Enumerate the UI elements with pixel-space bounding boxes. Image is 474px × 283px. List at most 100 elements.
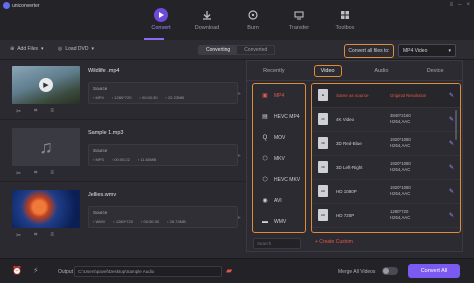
resolution-item[interactable]: 4K 4K Video 3840*2160 H264,AAC ✎ (312, 108, 460, 132)
resolution-name: HD 1080P (336, 189, 357, 194)
convert-all-files-to-label: Convert all files to: (344, 44, 394, 58)
hevc-icon: ▤ (262, 114, 268, 120)
effects-icon[interactable]: ≡ (50, 232, 54, 239)
tab-recently[interactable]: Recently (247, 61, 301, 80)
resolution-item[interactable]: HD HD 1080P 1920*1080 H264,AAC ✎ (312, 180, 460, 204)
burn-icon (246, 8, 260, 22)
status-tabs: Converting Converted (198, 45, 276, 55)
list-item[interactable]: ✂ ⌗ ≡ Jellies.wmv Source WMV 1280*720 00… (0, 186, 246, 244)
minimize-icon[interactable]: – (458, 2, 461, 8)
meta-size: 22.23MB (166, 95, 184, 100)
format-item-mkv[interactable]: ⬡ MKV (255, 149, 303, 168)
close-icon[interactable]: × (466, 2, 470, 8)
edit-icon[interactable]: ✎ (449, 188, 454, 195)
meta-resolution: 1280*720 (113, 219, 133, 224)
format-item-hevc-mkv[interactable]: ⬡ HEVC MKV (255, 170, 303, 189)
resolution-item[interactable]: HD HD 720P 1280*720 H264,AAC ✎ (312, 204, 460, 228)
format-label: HEVC MP4 (274, 113, 300, 120)
resolution-info: 1920*1080 H264,AAC (390, 185, 411, 197)
nav-download[interactable]: Download (184, 8, 230, 31)
resolution-name: HD 720P (336, 213, 355, 218)
output-path-input[interactable]: C:\Users\pavel\Desktop\Sample Audio (74, 266, 222, 277)
tab-converting[interactable]: Converting (199, 46, 238, 54)
window-controls: ≡ – × (450, 2, 470, 8)
format-item-mov[interactable]: Q MOV (255, 128, 303, 147)
format-item-hevc-mp4[interactable]: ▤ HEVC MP4 (255, 107, 303, 126)
tab-audio[interactable]: Audio (355, 61, 409, 80)
source-label: Source (93, 148, 108, 153)
source-label: Source (93, 210, 108, 215)
meta-format: MP3 (93, 157, 104, 162)
nav-download-label: Download (194, 25, 220, 31)
avi-icon: ◉ (262, 198, 268, 204)
folder-icon[interactable]: ▰ (226, 266, 232, 275)
nav-burn[interactable]: Burn (230, 8, 276, 31)
source-meta: MP4 1280*720 00:00:30 22.23MB (93, 95, 185, 100)
list-item[interactable]: ▶ ✂ ⌗ ≡ Wildlife .mp4 Source MP4 1280*72… (0, 62, 246, 120)
hd-resolution-icon: HD (318, 185, 328, 197)
nav-convert[interactable]: Convert (138, 8, 184, 31)
top-bar: uniconverter ≡ – × Convert Download Burn… (0, 0, 474, 40)
crop-icon[interactable]: ⌗ (34, 232, 37, 239)
tab-audio-label: Audio (374, 68, 389, 74)
download-icon (200, 8, 214, 22)
format-item-mp4[interactable]: ▣ MP4 (255, 86, 303, 105)
add-files-button[interactable]: ⊕ Add Files ▾ (10, 46, 44, 52)
resolution-item[interactable]: 3D 3D Left-Right 1920*1080 H264,AAC ✎ (312, 156, 460, 180)
edit-icon[interactable]: ✎ (449, 212, 454, 219)
resolution-item[interactable]: 3D 3D Red-Blue 1920*1080 H264,AAC ✎ (312, 132, 460, 156)
create-custom-button[interactable]: + Create Custom (315, 239, 353, 245)
merge-toggle[interactable] (382, 267, 398, 275)
load-dvd-button[interactable]: ◎ Load DVD ▾ (58, 46, 94, 52)
resolution-info: Original Resolution (390, 93, 427, 98)
edit-icon[interactable]: ✎ (449, 164, 454, 171)
list-item[interactable]: ♫ ✂ ⌗ ≡ Sample 1.mp3 Source MP3 00:00:22… (0, 124, 246, 182)
tab-device[interactable]: Device (408, 61, 462, 80)
format-search-input[interactable]: Search (253, 238, 301, 249)
format-dropdown-panel: Recently Video Audio Device ▣ MP4 ▤ HEVC… (246, 60, 463, 252)
brand-name: uniconverter (12, 2, 40, 9)
speed-icon[interactable]: ⚡ (33, 266, 39, 275)
nav-transfer-label: Transfer (288, 25, 310, 31)
nav-toolbox[interactable]: Toolbox (322, 8, 368, 31)
menu-icon[interactable]: ≡ (450, 2, 454, 8)
meta-duration: 00:00:30 (141, 219, 160, 224)
nav-transfer[interactable]: Transfer (276, 8, 322, 31)
output-format-select[interactable]: MP4 Video ▾ (398, 44, 456, 57)
brand: uniconverter (3, 2, 40, 9)
chevron-down-icon: ▾ (91, 46, 94, 52)
resolution-codec: H264,AAC (390, 191, 411, 196)
video-file-icon: ▣ (262, 93, 268, 99)
trim-icon[interactable]: ✂ (16, 108, 21, 115)
resolution-item[interactable]: ■ Same as source Original Resolution ✎ (312, 84, 460, 108)
schedule-icon[interactable]: ⏰ (12, 266, 22, 275)
effects-icon[interactable]: ≡ (50, 170, 54, 177)
edit-icon[interactable]: ✎ (449, 140, 454, 147)
format-item-wmv[interactable]: ▬ WMV (255, 212, 303, 231)
resolution-name: 3D Red-Blue (336, 141, 362, 146)
meta-size: 11.60MB (138, 157, 156, 162)
main-nav: Convert Download Burn Transfer Toolbox (138, 8, 368, 31)
crop-icon[interactable]: ⌗ (34, 108, 37, 115)
tab-converted[interactable]: Converted (237, 46, 274, 54)
mkv-icon: ⬡ (262, 177, 268, 183)
format-label: AVI (274, 197, 282, 204)
video-thumbnail[interactable]: ▶ (12, 66, 80, 104)
audio-thumbnail: ♫ (12, 128, 80, 166)
tab-video[interactable]: Video (301, 61, 355, 80)
trim-icon[interactable]: ✂ (16, 232, 21, 239)
convert-all-button[interactable]: Convert All (408, 264, 460, 278)
edit-icon[interactable]: ✎ (449, 116, 454, 123)
crop-icon[interactable]: ⌗ (34, 170, 37, 177)
play-icon[interactable]: ▶ (39, 78, 53, 92)
trim-icon[interactable]: ✂ (16, 170, 21, 177)
video-thumbnail[interactable] (12, 190, 80, 228)
resolution-codec: H264,AAC (390, 215, 411, 220)
scrollbar[interactable] (455, 110, 457, 140)
source-resolution-icon: ■ (318, 89, 328, 101)
edit-icon[interactable]: ✎ (449, 92, 454, 99)
format-label: MOV (274, 134, 286, 141)
effects-icon[interactable]: ≡ (50, 108, 54, 115)
meta-format: WMV (93, 219, 106, 224)
format-item-avi[interactable]: ◉ AVI (255, 191, 303, 210)
